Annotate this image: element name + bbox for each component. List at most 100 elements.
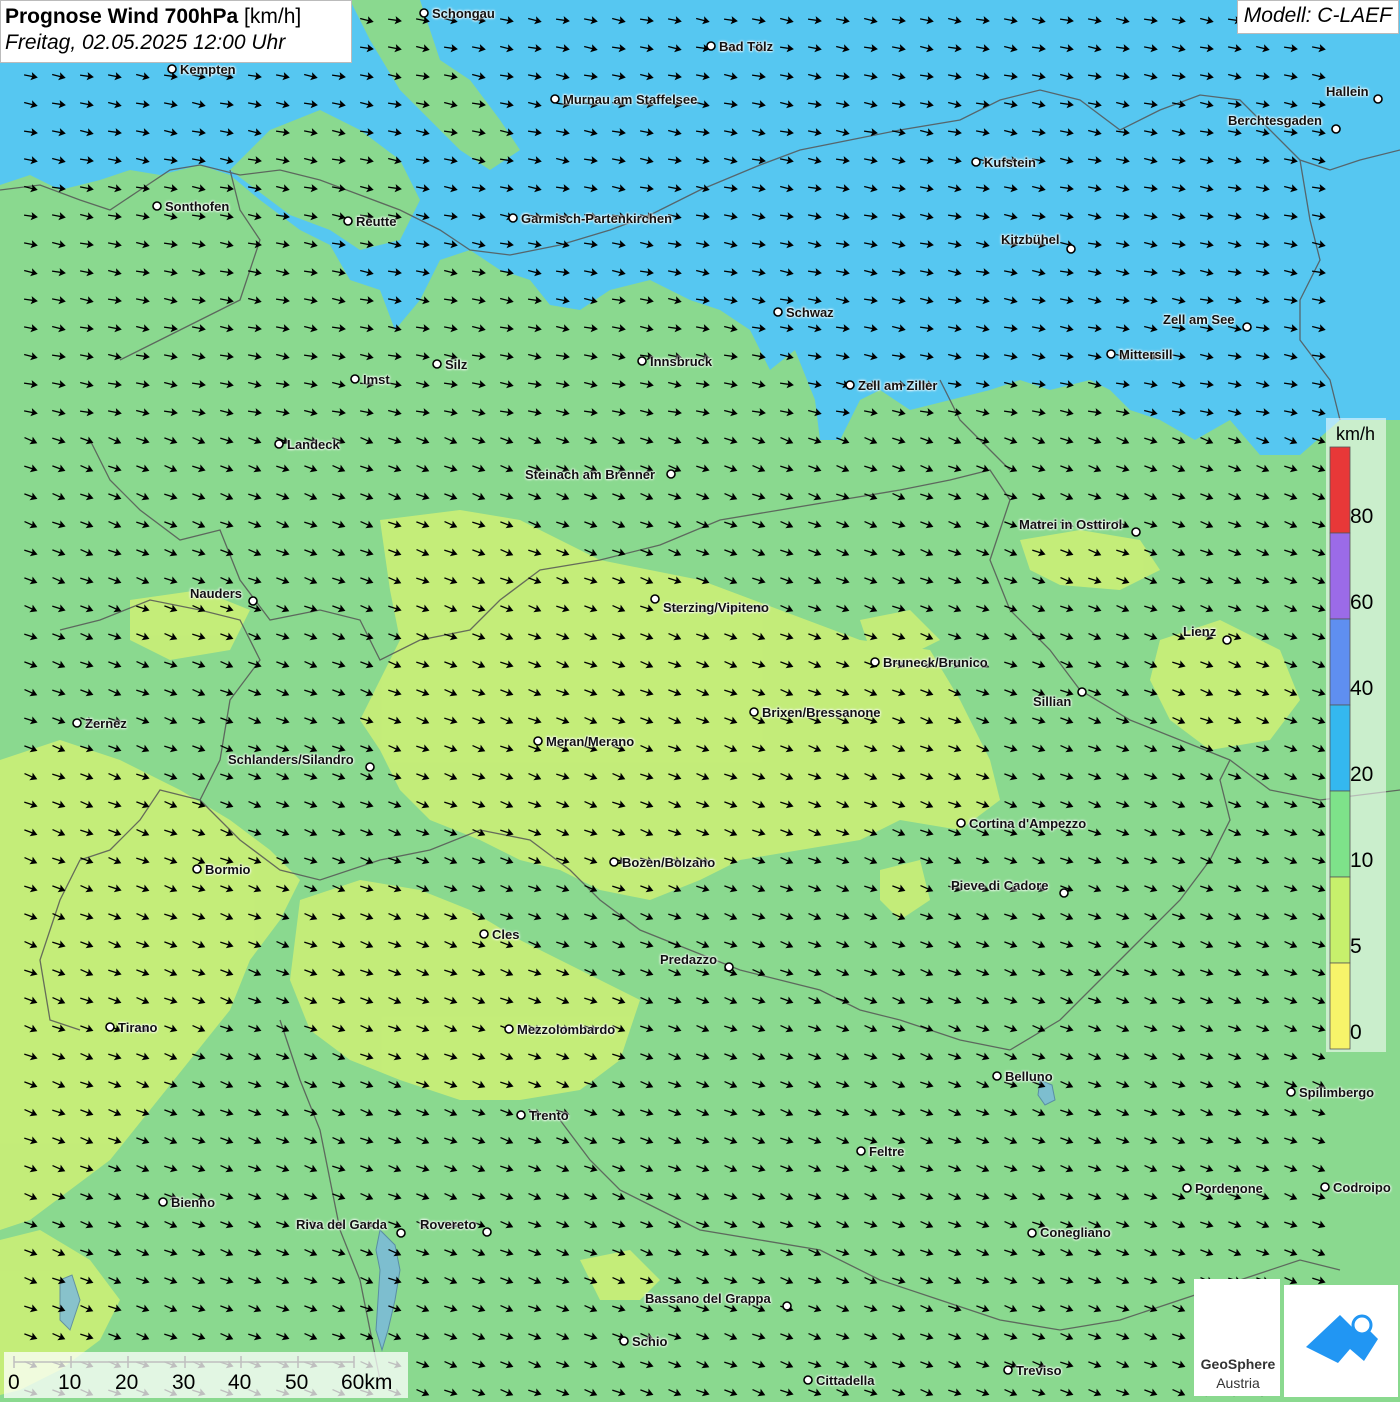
city-label: Schwaz xyxy=(786,305,834,320)
city-marker xyxy=(1106,349,1116,359)
city-label: Brixen/Bressanone xyxy=(762,705,881,720)
city-marker xyxy=(803,1375,813,1385)
weather-app-icon xyxy=(1306,1314,1378,1363)
city-marker xyxy=(724,962,734,972)
city-marker xyxy=(845,380,855,390)
city-label: Rovereto xyxy=(420,1217,477,1232)
city-label: Codroipo xyxy=(1333,1180,1391,1195)
city-label: Schlanders/Silandro xyxy=(228,752,354,767)
city-label: Bruneck/Brunico xyxy=(883,655,988,670)
city-marker xyxy=(1242,322,1252,332)
city-marker xyxy=(706,41,716,51)
legend-tick-label: 10 xyxy=(1350,849,1374,872)
legend-band xyxy=(1329,876,1351,964)
map-title-unit: [km/h] xyxy=(244,5,302,28)
city-marker xyxy=(365,762,375,772)
city-label: Kempten xyxy=(180,62,236,77)
city-marker xyxy=(167,64,177,74)
city-label: Murnau am Staffelsee xyxy=(563,92,698,107)
city-marker xyxy=(343,216,353,226)
city-label: Kufstein xyxy=(984,155,1036,170)
city-marker xyxy=(504,1024,514,1034)
map-title: Prognose Wind 700hPa [km/h] xyxy=(5,4,347,30)
legend-tick-label: 0 xyxy=(1350,1021,1362,1044)
city-label: Pordenone xyxy=(1195,1181,1263,1196)
city-marker xyxy=(158,1197,168,1207)
city-marker xyxy=(508,213,518,223)
legend-band xyxy=(1329,962,1351,1050)
legend-band xyxy=(1329,790,1351,878)
legend-tick-label: 20 xyxy=(1350,763,1374,786)
city-marker xyxy=(396,1228,406,1238)
city-label: Hallein xyxy=(1326,84,1369,99)
city-label: Bienno xyxy=(171,1195,216,1210)
city-label: Trento xyxy=(529,1108,569,1123)
city-label: Cles xyxy=(492,927,520,942)
city-label: Lienz xyxy=(1183,624,1217,639)
city-marker xyxy=(956,818,966,828)
city-marker xyxy=(637,356,647,366)
city-label: Imst xyxy=(363,372,390,387)
forecast-datetime: Freitag, 02.05.2025 12:00 Uhr xyxy=(5,31,286,54)
city-label: Steinach am Brenner xyxy=(525,467,656,482)
city-marker xyxy=(350,374,360,384)
city-label: Reutte xyxy=(356,214,397,229)
city-label: Matrei in Osttirol xyxy=(1019,517,1123,532)
city-label: Belluno xyxy=(1005,1069,1053,1084)
city-label: Mittersill xyxy=(1119,347,1173,362)
city-label: Garmisch-Partenkirchen xyxy=(521,211,673,226)
weather-app-logo[interactable] xyxy=(1284,1285,1398,1397)
city-label: Treviso xyxy=(1016,1363,1062,1378)
city-marker xyxy=(1182,1183,1192,1193)
city-marker xyxy=(550,94,560,104)
city-marker xyxy=(870,657,880,667)
city-marker xyxy=(1131,527,1141,537)
scale-label: 10 xyxy=(58,1371,82,1394)
scale-label: 30 xyxy=(172,1371,196,1394)
legend-tick-label: 5 xyxy=(1350,935,1362,958)
city-marker xyxy=(1331,124,1341,134)
city-label: Innsbruck xyxy=(650,354,713,369)
city-marker xyxy=(1320,1182,1330,1192)
city-marker xyxy=(1286,1087,1296,1097)
city-label: Silz xyxy=(445,357,468,372)
scale-label: 50 xyxy=(285,1371,309,1394)
city-label: Predazzo xyxy=(660,952,718,967)
city-label: Cittadella xyxy=(816,1373,875,1388)
city-marker xyxy=(971,157,981,167)
city-marker xyxy=(1373,94,1383,104)
city-marker xyxy=(72,718,82,728)
city-label: Kitzbühel xyxy=(1001,232,1060,247)
city-label: Zell am Ziller xyxy=(858,378,938,393)
city-marker xyxy=(192,864,202,874)
city-label: Bozen/Bolzano xyxy=(622,855,716,870)
city-label: Sterzing/Vipiteno xyxy=(663,600,769,615)
city-marker xyxy=(274,439,284,449)
city-label: Zell am See xyxy=(1163,312,1235,327)
city-marker xyxy=(1059,888,1069,898)
city-label: Bormio xyxy=(205,862,251,877)
city-label: Zernez xyxy=(85,716,127,731)
city-label: Bassano del Grappa xyxy=(645,1291,771,1306)
scale-label: 0 xyxy=(8,1371,20,1394)
city-marker xyxy=(1222,635,1232,645)
city-marker xyxy=(992,1071,1002,1081)
city-label: Sonthofen xyxy=(165,199,230,214)
city-label: Schongau xyxy=(432,6,495,21)
city-label: Conegliano xyxy=(1040,1225,1111,1240)
city-marker xyxy=(773,307,783,317)
city-marker xyxy=(105,1022,115,1032)
city-marker xyxy=(749,707,759,717)
city-marker xyxy=(1077,687,1087,697)
legend-tick-label: 80 xyxy=(1350,505,1374,528)
city-label: Landeck xyxy=(287,437,340,452)
city-marker xyxy=(856,1146,866,1156)
geosphere-logo-country: Austria xyxy=(1216,1375,1260,1391)
city-label: Mezzolombardo xyxy=(517,1022,616,1037)
city-marker xyxy=(482,1227,492,1237)
city-marker xyxy=(248,596,258,606)
legend-band xyxy=(1329,618,1351,706)
model-label: Modell: C-LAEF xyxy=(1236,0,1399,34)
legend-band xyxy=(1329,446,1351,534)
city-label: Spilimbergo xyxy=(1299,1085,1375,1100)
